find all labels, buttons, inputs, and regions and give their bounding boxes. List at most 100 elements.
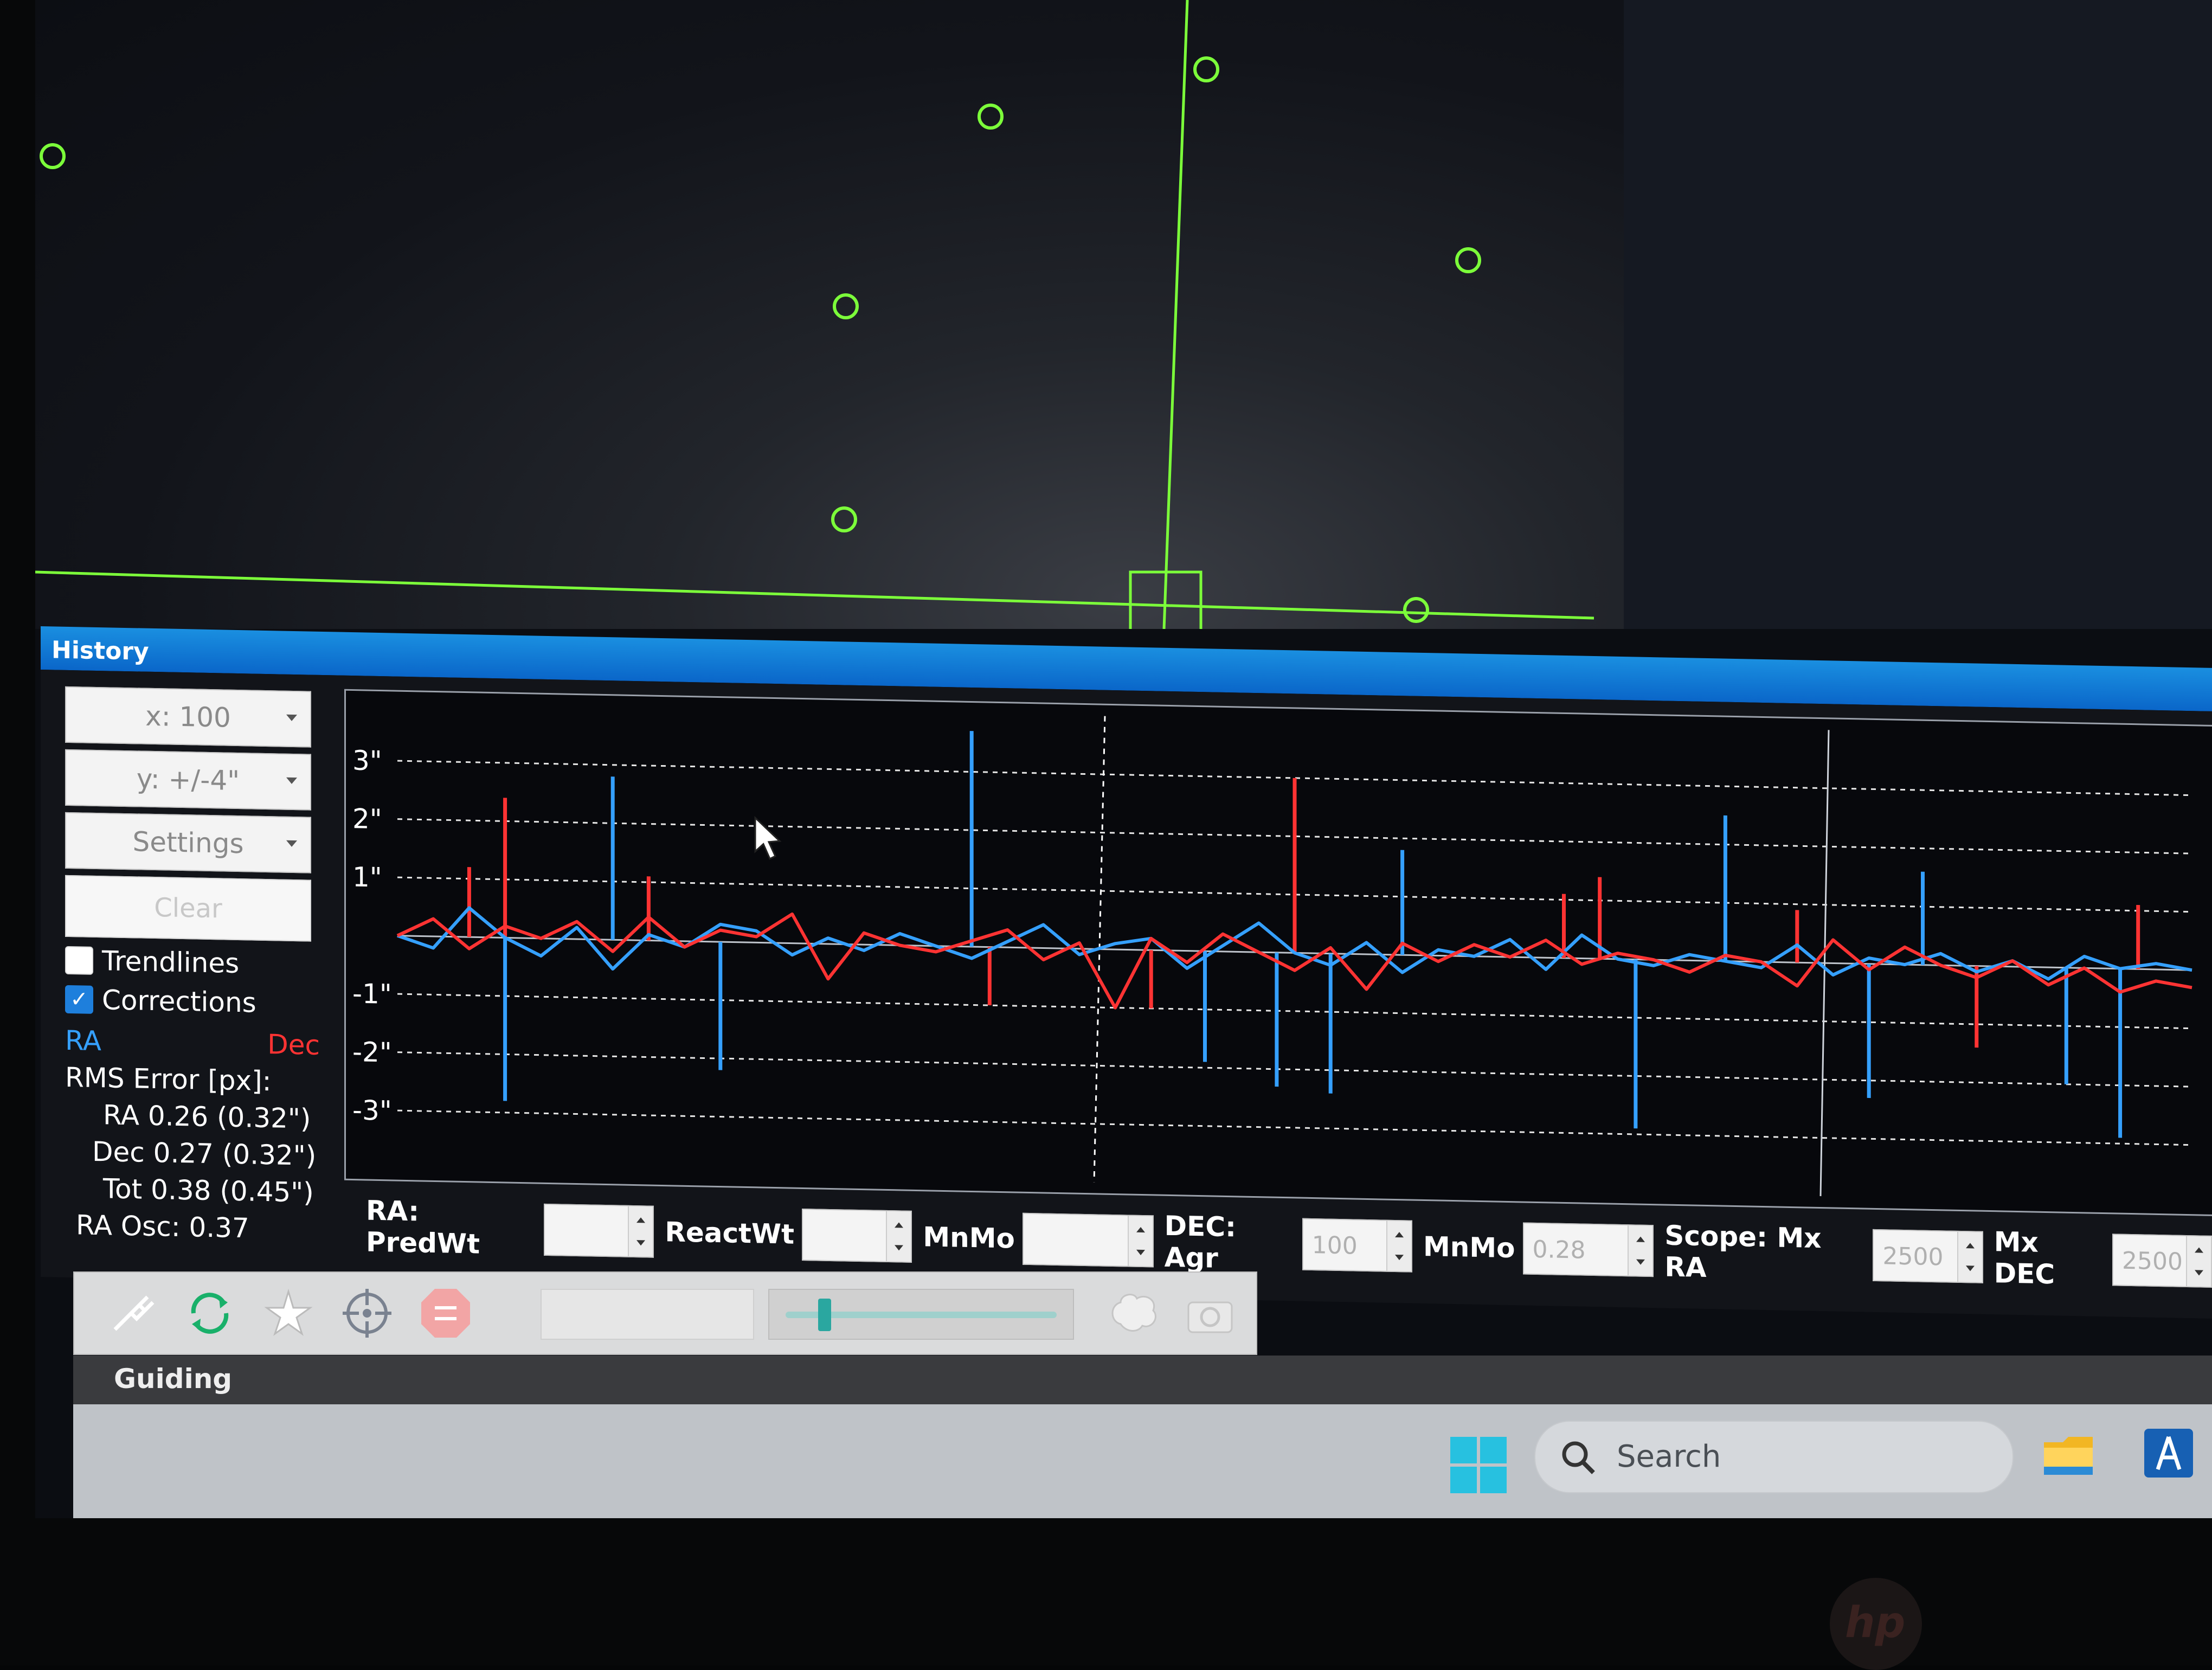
ra-reactwt-input[interactable] xyxy=(802,1208,912,1263)
file-explorer-icon[interactable] xyxy=(2041,1431,2098,1480)
star-overlay xyxy=(35,0,1594,629)
windows-start-icon[interactable] xyxy=(1450,1437,1507,1493)
grid-line xyxy=(397,1051,2192,1088)
chevron-down-icon xyxy=(286,777,297,785)
trendlines-label: Trendlines xyxy=(102,945,240,980)
mx-ra-input[interactable]: 2500 xyxy=(1873,1229,1983,1283)
y-scale-value: y: +/-4" xyxy=(136,763,240,797)
windows-taskbar: Search xyxy=(73,1404,2212,1518)
settings-label: Settings xyxy=(132,826,244,860)
spinner-arrows-icon[interactable] xyxy=(1386,1221,1412,1271)
exposure-dropdown[interactable] xyxy=(541,1289,754,1340)
star-marker[interactable] xyxy=(831,506,857,532)
dec-mnmo-value: 0.28 xyxy=(1532,1235,1586,1264)
spinner-arrows-icon[interactable] xyxy=(628,1206,653,1257)
ra-mnmo-input[interactable] xyxy=(1022,1212,1154,1268)
mouse-cursor-icon xyxy=(754,815,782,860)
chevron-down-icon xyxy=(286,840,297,847)
mx-dec-input[interactable]: 2500 xyxy=(2112,1234,2212,1288)
y-tick-label: 3" xyxy=(352,745,382,777)
crosshair-horizontal-line xyxy=(35,570,1594,620)
spinner-arrows-icon[interactable] xyxy=(1957,1231,1982,1282)
history-controls: x: 100 y: +/-4" Settings Clear Trendline… xyxy=(65,686,320,1245)
camera-icon xyxy=(1187,1301,1233,1333)
grid-line xyxy=(397,993,2192,1030)
ra-reactwt-label: ReactWt xyxy=(665,1216,795,1250)
scope-mx-ra-label: Scope: Mx RA xyxy=(1664,1219,1822,1283)
mx-dec-label: Mx DEC xyxy=(1994,1226,2055,1290)
checkmark-icon[interactable]: ✓ xyxy=(65,985,93,1014)
dec-mnmo-input[interactable]: 0.28 xyxy=(1522,1222,1654,1277)
grid-line xyxy=(397,1109,2192,1146)
history-panel: x: 100 y: +/-4" Settings Clear Trendline… xyxy=(41,670,2212,1319)
y-tick-label: -1" xyxy=(352,978,392,1010)
brain-icon xyxy=(1111,1294,1156,1332)
auto-select-star-icon xyxy=(264,1288,313,1336)
dec-agr-label: DEC: Agr xyxy=(1164,1210,1237,1274)
chevron-down-icon xyxy=(286,714,297,722)
legend: RA Dec xyxy=(65,1025,320,1061)
connect-button[interactable] xyxy=(101,1283,161,1343)
spinner-arrows-icon[interactable] xyxy=(1628,1225,1653,1276)
y-tick-label: -2" xyxy=(352,1036,392,1068)
spinner-arrows-icon[interactable] xyxy=(886,1211,911,1262)
star-marker[interactable] xyxy=(978,104,1004,130)
clear-button[interactable]: Clear xyxy=(65,875,311,942)
search-label: Search xyxy=(1617,1439,1721,1474)
rms-dec: Dec 0.27 (0.32") xyxy=(92,1135,317,1172)
guide-crosshair-icon xyxy=(343,1289,391,1338)
guiding-title-bar[interactable]: Guiding xyxy=(73,1356,2212,1404)
corrections-label: Corrections xyxy=(102,984,256,1019)
loop-button[interactable] xyxy=(180,1283,240,1343)
gamma-slider-thumb[interactable] xyxy=(818,1299,831,1331)
brain-button[interactable] xyxy=(1104,1283,1164,1343)
mx-ra-value: 2500 xyxy=(1882,1242,1944,1271)
rms-total: Tot 0.38 (0.45") xyxy=(103,1173,314,1209)
star-marker[interactable] xyxy=(1193,56,1219,82)
star-marker[interactable] xyxy=(833,293,859,319)
history-chart[interactable]: 3" 2" 1" -1" -2" -3" xyxy=(344,689,2212,1217)
trendlines-checkbox-box[interactable] xyxy=(65,946,93,975)
guide-button[interactable] xyxy=(337,1283,397,1343)
ra-oscillation: RA Osc: 0.37 xyxy=(76,1209,249,1244)
stop-button[interactable] xyxy=(416,1283,475,1343)
corrections-checkbox[interactable]: ✓ Corrections xyxy=(65,984,320,1020)
star-marker[interactable] xyxy=(1403,597,1429,623)
spinner-arrows-icon[interactable] xyxy=(2186,1236,2211,1287)
rms-ra: RA 0.26 (0.32") xyxy=(103,1099,311,1135)
x-scale-value: x: 100 xyxy=(145,700,231,734)
taskbar-search-box[interactable]: Search xyxy=(1534,1421,2014,1493)
usb-plug-icon xyxy=(113,1295,155,1331)
auto-select-star-button[interactable] xyxy=(259,1283,318,1343)
y-tick-label: -3" xyxy=(352,1095,392,1127)
chart-y-ticks: 3" 2" 1" -1" -2" -3" xyxy=(352,745,392,1127)
ra-predwt-input[interactable] xyxy=(544,1203,654,1258)
dec-mnmo-label: MnMo xyxy=(1423,1230,1515,1264)
gamma-slider[interactable] xyxy=(768,1289,1074,1340)
screen: History x: 100 y: +/-4" Settings Clear T… xyxy=(35,0,2212,1518)
y-tick-label: 2" xyxy=(352,803,382,835)
legend-dec: Dec xyxy=(267,1029,320,1061)
star-marker[interactable] xyxy=(40,143,66,169)
history-chart-svg: 3" 2" 1" -1" -2" -3" xyxy=(352,716,2192,1197)
mx-dec-value: 2500 xyxy=(2122,1247,2183,1276)
camera-view[interactable] xyxy=(35,0,2212,629)
ra-predwt-label: RA: PredWt xyxy=(366,1194,480,1260)
stop-icon xyxy=(421,1289,470,1338)
search-icon xyxy=(1562,1441,1595,1474)
guiding-label: Guiding xyxy=(114,1363,233,1395)
star-marker[interactable] xyxy=(1455,247,1481,273)
settings-dropdown[interactable]: Settings xyxy=(65,812,311,873)
y-scale-dropdown[interactable]: y: +/-4" xyxy=(65,749,311,811)
spinner-arrows-icon[interactable] xyxy=(1127,1216,1153,1267)
hp-logo: hp xyxy=(1830,1578,1922,1670)
trendlines-checkbox[interactable]: Trendlines xyxy=(65,945,320,981)
camera-settings-button[interactable] xyxy=(1180,1283,1240,1343)
x-scale-dropdown[interactable]: x: 100 xyxy=(65,686,311,748)
ascom-icon[interactable] xyxy=(2142,1426,2196,1480)
monitor-bezel: History x: 100 y: +/-4" Settings Clear T… xyxy=(0,0,2212,1670)
rms-title: RMS Error [px]: xyxy=(65,1061,272,1097)
dec-agr-input[interactable]: 100 xyxy=(1302,1218,1413,1273)
y-tick-label: 1" xyxy=(352,862,382,894)
dec-agr-value: 100 xyxy=(1311,1231,1358,1260)
